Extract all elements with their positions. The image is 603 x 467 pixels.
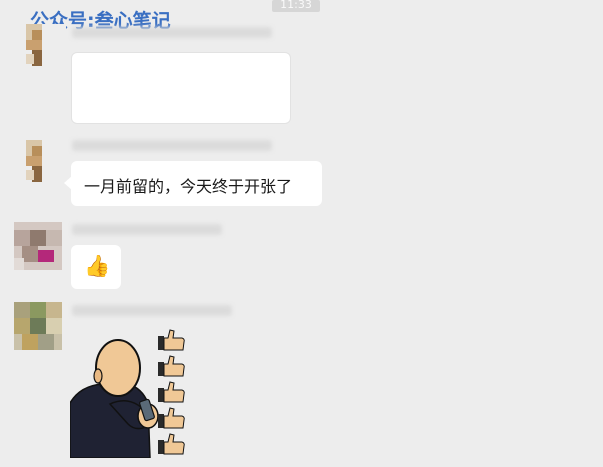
message-bubble-emoji[interactable]: 👍 [71,245,121,289]
message-text: 一月前留的，今天终于开张了 [84,177,293,196]
sender-name-blurred [72,27,272,38]
message-card[interactable] [71,52,291,124]
avatar[interactable] [18,24,66,72]
avatar[interactable] [14,302,62,350]
avatar-pixelated [18,140,66,188]
sender-name-blurred [72,224,222,235]
avatar-pixelated [18,24,66,72]
sender-name-blurred [72,305,232,316]
avatar-pixelated [14,302,62,350]
thumbs-up-icon [158,329,185,455]
thumbs-up-icon: 👍 [84,254,111,278]
status-time: 11:33 [272,0,320,12]
avatar[interactable] [14,222,62,270]
avatar-pixelated [14,222,62,270]
sender-name-blurred [72,140,272,151]
avatar[interactable] [18,140,66,188]
message-bubble[interactable]: 一月前留的，今天终于开张了 [64,161,322,206]
phone-man-thumbs-up-sticker[interactable] [70,328,190,458]
